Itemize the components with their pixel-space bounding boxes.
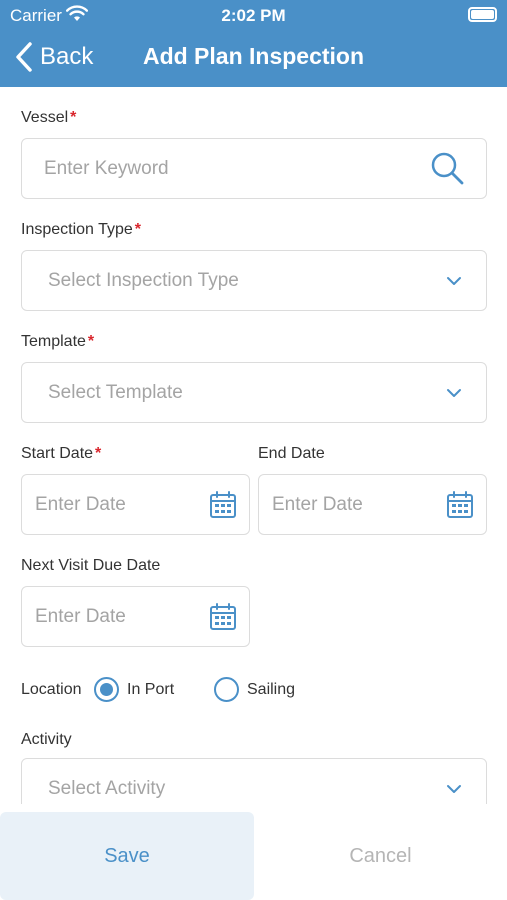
radio-label-sailing: Sailing (247, 681, 296, 698)
start-date-label: Start Date * (21, 445, 102, 462)
end-date-placeholder: Enter Date (272, 493, 363, 515)
calendar-icon[interactable] (209, 490, 237, 519)
radio-sailing[interactable] (214, 677, 239, 702)
save-button[interactable]: Save (0, 812, 254, 900)
activity-placeholder: Select Activity (48, 777, 166, 799)
vessel-placeholder: Enter Keyword (44, 157, 169, 179)
chevron-down-icon (447, 388, 461, 397)
radio-in-port[interactable] (94, 677, 119, 702)
activity-label: Activity (21, 731, 72, 748)
inspection-type-placeholder: Select Inspection Type (48, 269, 239, 291)
status-bar: Carrier 2:02 PM (0, 0, 507, 30)
template-placeholder: Select Template (48, 381, 183, 403)
vessel-label: Vessel * (21, 109, 77, 126)
calendar-icon[interactable] (446, 490, 474, 519)
inspection-type-label: Inspection Type * (21, 221, 142, 238)
required-marker: * (95, 445, 102, 462)
next-visit-due-date-label: Next Visit Due Date (21, 557, 161, 574)
search-icon[interactable] (430, 151, 466, 187)
next-visit-due-date-input[interactable]: Enter Date (21, 586, 250, 647)
footer-actions: Save Cancel (0, 804, 507, 900)
navigation-header: Carrier 2:02 PM Back Add Plan Inspection (0, 0, 507, 87)
end-date-input[interactable]: Enter Date (258, 474, 487, 535)
radio-selected-dot (100, 683, 113, 696)
start-date-placeholder: Enter Date (35, 493, 126, 515)
end-date-label: End Date (258, 445, 325, 462)
inspection-type-select[interactable]: Select Inspection Type (21, 250, 487, 311)
chevron-down-icon (447, 784, 461, 793)
template-label: Template * (21, 333, 95, 350)
calendar-icon[interactable] (209, 602, 237, 631)
required-marker: * (87, 333, 95, 350)
required-marker: * (70, 109, 77, 126)
radio-label-in-port: In Port (127, 681, 175, 698)
cancel-button[interactable]: Cancel (254, 812, 507, 900)
chevron-down-icon (447, 276, 461, 285)
vessel-search-input[interactable]: Enter Keyword (21, 138, 487, 199)
battery-icon (468, 7, 497, 22)
page-title: Add Plan Inspection (142, 43, 365, 69)
status-time: 2:02 PM (221, 6, 286, 25)
start-date-input[interactable]: Enter Date (21, 474, 250, 535)
next-visit-due-date-placeholder: Enter Date (35, 605, 126, 627)
template-select[interactable]: Select Template (21, 362, 487, 423)
location-label: Location (21, 681, 82, 698)
required-marker: * (134, 221, 142, 238)
